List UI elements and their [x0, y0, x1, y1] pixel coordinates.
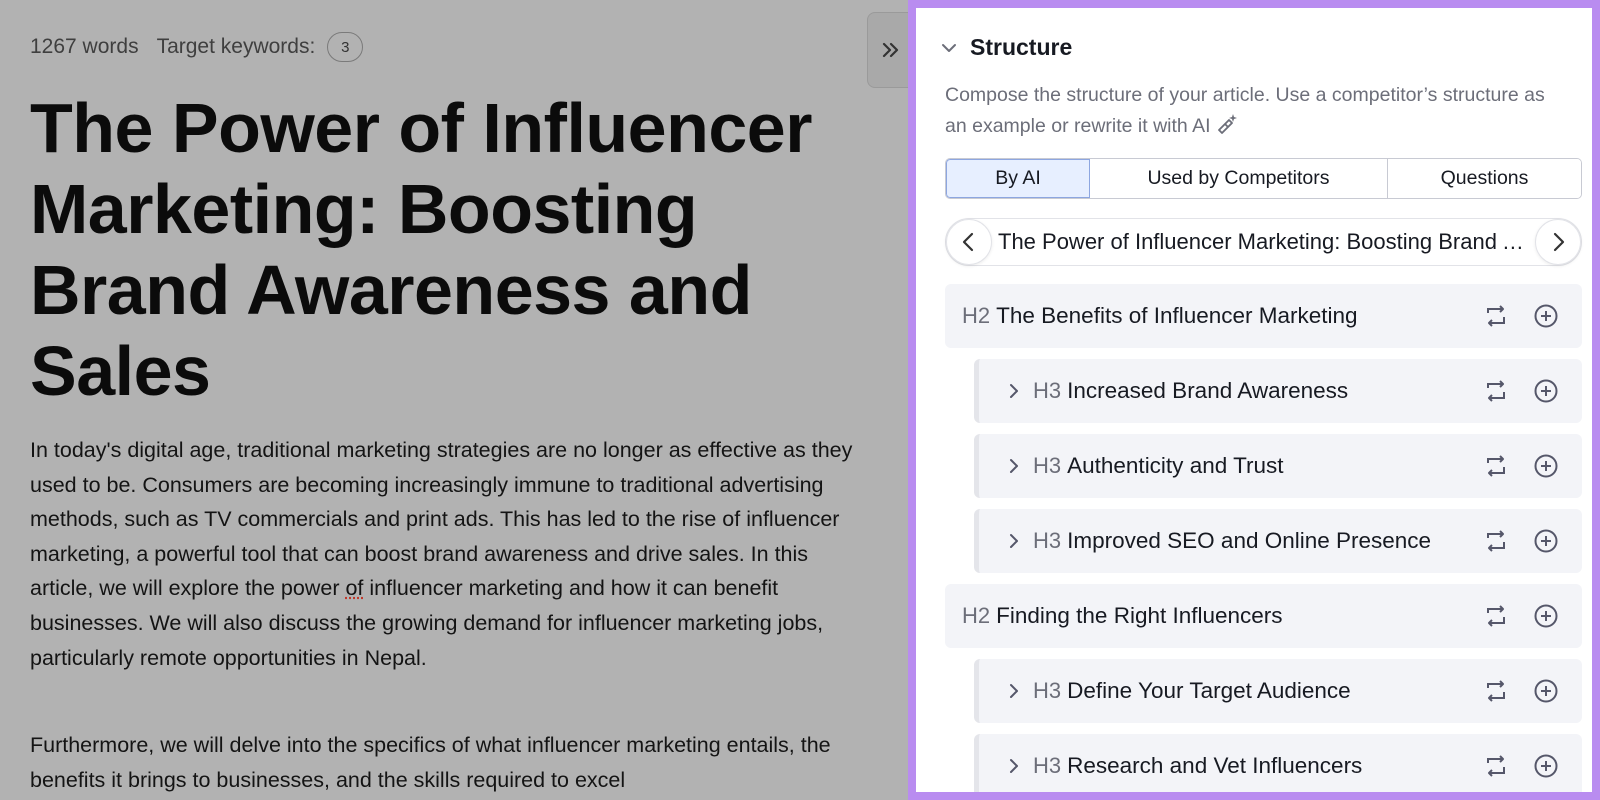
heading-level: H3 [1033, 528, 1062, 553]
add-circle-icon [1534, 379, 1558, 403]
outline-item-h3[interactable]: H3 Improved SEO and Online Presence [974, 509, 1582, 573]
article-paragraph[interactable]: In today's digital age, traditional mark… [30, 433, 870, 675]
outline-item-h3[interactable]: H3 Authenticity and Trust [974, 434, 1582, 498]
add-circle-icon [1534, 679, 1558, 703]
title-carousel: The Power of Influencer Marketing: Boost… [945, 218, 1582, 266]
chevron-right-icon[interactable] [1003, 455, 1025, 477]
target-keywords-label: Target keywords: [156, 35, 316, 58]
add-heading-button[interactable] [1532, 602, 1560, 630]
row-actions [1482, 659, 1582, 723]
heading-level: H2 [962, 303, 991, 328]
replace-heading-button[interactable] [1482, 752, 1510, 780]
structure-outline: H2 The Benefits of Influencer Marketing H3… [945, 284, 1582, 792]
description-text: Compose the structure of your article. U… [945, 84, 1545, 137]
outline-item-h2[interactable]: H2 Finding the Right Influencers [945, 584, 1582, 648]
replace-icon [1487, 530, 1505, 552]
structure-header[interactable]: Structure [938, 34, 1072, 61]
heading-level: H3 [1033, 753, 1062, 778]
section-title: Structure [970, 34, 1073, 60]
heading-text[interactable]: Increased Brand Awareness [1067, 378, 1348, 404]
structure-panel-body: Structure Compose the structure of your … [916, 8, 1592, 792]
row-actions [1482, 284, 1582, 348]
chevron-down-icon[interactable] [938, 37, 960, 59]
row-actions [1482, 584, 1582, 648]
article-title[interactable]: The Power of Influencer Marketing: Boost… [30, 88, 880, 412]
outline-item-h2[interactable]: H2 The Benefits of Influencer Marketing [945, 284, 1582, 348]
replace-icon [1487, 455, 1505, 477]
replace-heading-button[interactable] [1482, 302, 1510, 330]
carousel-title[interactable]: The Power of Influencer Marketing: Boost… [992, 229, 1535, 255]
add-heading-button[interactable] [1532, 377, 1560, 405]
spelling-flag[interactable]: of [345, 576, 363, 600]
replace-icon [1487, 380, 1505, 402]
target-keywords-badge[interactable]: 3 [327, 32, 364, 62]
structure-description: Compose the structure of your article. U… [945, 80, 1545, 142]
add-circle-icon [1534, 454, 1558, 478]
row-actions [1482, 434, 1582, 498]
row-actions [1482, 734, 1582, 792]
replace-icon [1487, 680, 1505, 702]
carousel-next-button[interactable] [1535, 219, 1581, 265]
heading-level: H3 [1033, 453, 1062, 478]
heading-text[interactable]: Authenticity and Trust [1067, 453, 1283, 479]
add-heading-button[interactable] [1532, 752, 1560, 780]
heading-text[interactable]: Research and Vet Influencers [1067, 753, 1362, 779]
heading-level: H2 [962, 603, 991, 628]
chevron-right-icon[interactable] [1003, 680, 1025, 702]
tab-questions[interactable]: Questions [1388, 159, 1581, 198]
replace-heading-button[interactable] [1482, 527, 1510, 555]
carousel-prev-button[interactable] [946, 219, 992, 265]
replace-icon [1487, 755, 1505, 777]
heading-level: H3 [1033, 378, 1062, 403]
heading-text[interactable]: Finding the Right Influencers [996, 603, 1282, 629]
double-chevron-right-icon [882, 42, 899, 58]
add-heading-button[interactable] [1532, 452, 1560, 480]
chevron-right-icon[interactable] [1003, 755, 1025, 777]
add-circle-icon [1534, 304, 1558, 328]
replace-heading-button[interactable] [1482, 377, 1510, 405]
replace-heading-button[interactable] [1482, 677, 1510, 705]
heading-text[interactable]: Define Your Target Audience [1067, 678, 1351, 704]
chevron-left-icon [962, 232, 974, 252]
heading-text[interactable]: Improved SEO and Online Presence [1067, 528, 1431, 554]
row-actions [1482, 509, 1582, 573]
word-count: 1267 words [30, 35, 139, 58]
outline-item-h3[interactable]: H3 Increased Brand Awareness [974, 359, 1582, 423]
heading-text[interactable]: The Benefits of Influencer Marketing [996, 303, 1357, 329]
replace-icon [1487, 305, 1505, 327]
editor-meta: 1267 words Target keywords: 3 [30, 32, 364, 62]
structure-tabs: By AI Used by Competitors Questions [945, 158, 1582, 199]
add-circle-icon [1534, 604, 1558, 628]
article-editor: 1267 words Target keywords: 3 The Power … [0, 0, 908, 800]
structure-panel: Structure Compose the structure of your … [908, 0, 1600, 800]
outline-item-h3[interactable]: H3 Define Your Target Audience [974, 659, 1582, 723]
add-heading-button[interactable] [1532, 677, 1560, 705]
add-heading-button[interactable] [1532, 302, 1560, 330]
add-heading-button[interactable] [1532, 527, 1560, 555]
heading-level: H3 [1033, 678, 1062, 703]
add-circle-icon [1534, 529, 1558, 553]
replace-heading-button[interactable] [1482, 602, 1510, 630]
add-circle-icon [1534, 754, 1558, 778]
chevron-right-icon [1553, 232, 1565, 252]
tab-used-by-competitors[interactable]: Used by Competitors [1090, 159, 1388, 198]
chevron-right-icon[interactable] [1003, 380, 1025, 402]
article-paragraph[interactable]: Furthermore, we will delve into the spec… [30, 728, 870, 797]
tab-by-ai[interactable]: By AI [946, 159, 1090, 198]
row-actions [1482, 359, 1582, 423]
ai-magic-icon [1217, 114, 1237, 134]
replace-heading-button[interactable] [1482, 452, 1510, 480]
chevron-right-icon[interactable] [1003, 530, 1025, 552]
replace-icon [1487, 605, 1505, 627]
outline-item-h3[interactable]: H3 Research and Vet Influencers [974, 734, 1582, 792]
